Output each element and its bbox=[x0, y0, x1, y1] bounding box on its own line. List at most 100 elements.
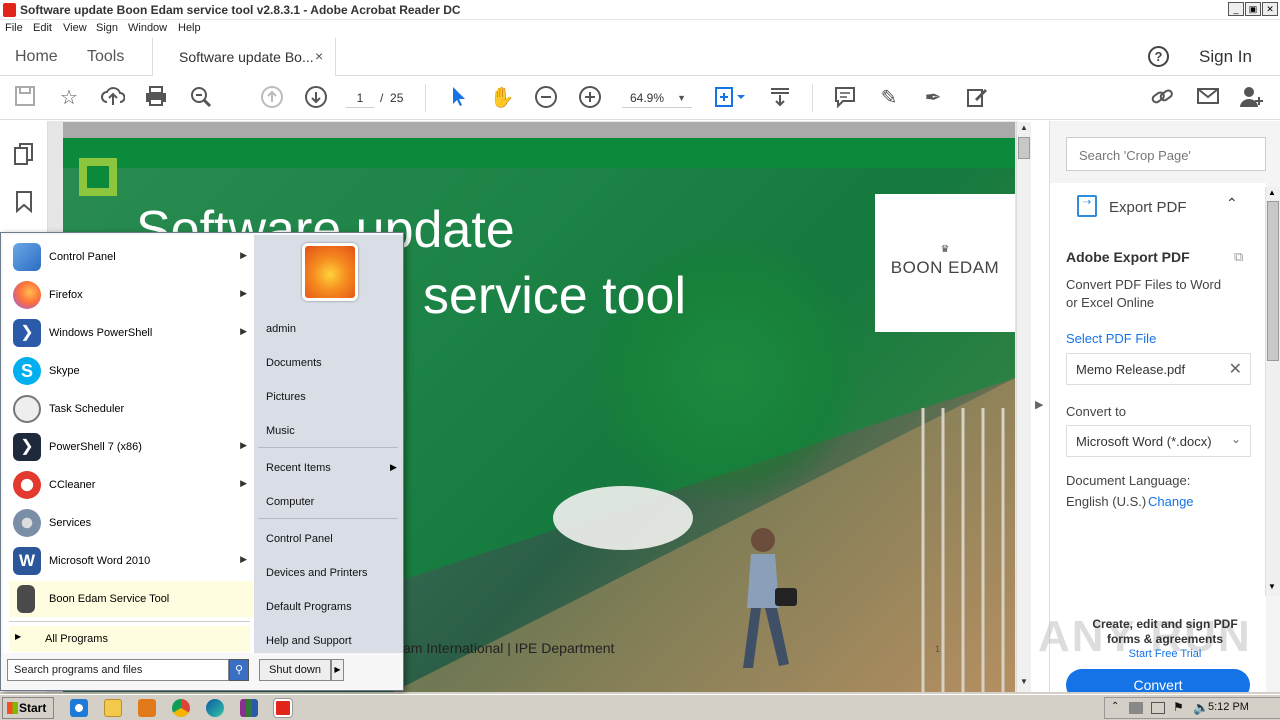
winrar-icon[interactable] bbox=[240, 699, 258, 717]
select-pdf-file-link[interactable]: Select PDF File bbox=[1066, 331, 1156, 346]
scroll-thumb[interactable] bbox=[1018, 137, 1030, 159]
chrome-icon[interactable] bbox=[172, 699, 190, 717]
tab-close-icon[interactable]: × bbox=[315, 48, 323, 64]
email-icon[interactable] bbox=[1195, 85, 1221, 111]
selected-file-field[interactable]: Memo Release.pdf ✕ bbox=[1066, 353, 1251, 385]
page-thumbnails-icon[interactable] bbox=[14, 143, 34, 172]
place-help-support[interactable]: Help and Support bbox=[266, 635, 352, 647]
user-avatar[interactable] bbox=[302, 243, 358, 301]
action-center-icon[interactable] bbox=[1129, 702, 1143, 714]
volume-icon[interactable]: 🔈 bbox=[1193, 700, 1209, 716]
zoom-level-dropdown[interactable]: 64.9% ▼ bbox=[622, 88, 692, 108]
search-icon[interactable]: ⚲ bbox=[229, 659, 249, 681]
acrobat-taskbar-icon[interactable] bbox=[274, 699, 292, 717]
add-person-icon[interactable] bbox=[1239, 85, 1265, 111]
minimize-button[interactable]: _ bbox=[1228, 2, 1244, 16]
edge-icon[interactable] bbox=[206, 699, 224, 717]
fit-page-icon[interactable] bbox=[712, 85, 748, 111]
menu-edit[interactable]: Edit bbox=[33, 22, 52, 34]
clear-file-icon[interactable]: ✕ bbox=[1229, 359, 1242, 379]
place-admin[interactable]: admin bbox=[266, 323, 296, 335]
program-ccleaner[interactable]: CCleaner ▶ bbox=[9, 467, 253, 503]
chevron-up-icon[interactable]: ⌃ bbox=[1226, 195, 1238, 212]
submenu-arrow-icon: ▶ bbox=[240, 554, 247, 564]
start-free-trial-link[interactable]: Start Free Trial bbox=[1060, 647, 1270, 662]
help-icon[interactable]: ? bbox=[1148, 46, 1169, 67]
place-default-programs[interactable]: Default Programs bbox=[266, 601, 352, 613]
panel-scroll-thumb[interactable] bbox=[1267, 201, 1279, 361]
tab-tools[interactable]: Tools bbox=[87, 48, 124, 66]
program-powershell7[interactable]: ❯ PowerShell 7 (x86) ▶ bbox=[9, 429, 253, 465]
menu-file[interactable]: File bbox=[5, 22, 23, 34]
previous-page-icon[interactable] bbox=[259, 85, 285, 111]
fill-sign-icon[interactable] bbox=[964, 85, 990, 111]
panel-scroll-up-icon[interactable]: ▲ bbox=[1268, 188, 1276, 197]
menu-window[interactable]: Window bbox=[128, 22, 167, 34]
program-task-scheduler[interactable]: Task Scheduler bbox=[9, 391, 253, 427]
shutdown-options-arrow-icon[interactable]: ▶ bbox=[331, 659, 344, 681]
zoom-out-icon[interactable] bbox=[533, 85, 559, 111]
file-explorer-icon[interactable] bbox=[104, 699, 122, 717]
zoom-in-icon[interactable] bbox=[577, 85, 603, 111]
place-pictures[interactable]: Pictures bbox=[266, 391, 306, 403]
scroll-up-arrow-icon[interactable]: ▲ bbox=[1018, 123, 1030, 136]
menu-view[interactable]: View bbox=[63, 22, 87, 34]
change-language-link[interactable]: Change bbox=[1148, 494, 1194, 509]
copy-icon[interactable]: ⧉ bbox=[1234, 249, 1243, 265]
collapse-panel-icon[interactable]: ▶ bbox=[1035, 398, 1043, 411]
shut-down-button[interactable]: Shut down bbox=[259, 659, 331, 681]
convert-button[interactable]: Convert bbox=[1066, 669, 1250, 692]
scroll-down-arrow-icon[interactable]: ▼ bbox=[1018, 677, 1030, 690]
place-music[interactable]: Music bbox=[266, 425, 295, 437]
hand-tool-icon[interactable]: ✋ bbox=[489, 85, 515, 111]
panel-scroll-down-icon[interactable]: ▼ bbox=[1268, 582, 1276, 591]
network-icon[interactable] bbox=[1151, 702, 1165, 714]
save-icon[interactable] bbox=[12, 85, 38, 111]
all-programs-button[interactable]: ▶ All Programs bbox=[9, 626, 250, 652]
place-control-panel[interactable]: Control Panel bbox=[266, 533, 333, 545]
program-microsoft-word[interactable]: W Microsoft Word 2010 ▶ bbox=[9, 543, 253, 579]
place-documents[interactable]: Documents bbox=[266, 357, 322, 369]
share-link-icon[interactable] bbox=[1150, 85, 1176, 111]
program-skype[interactable]: S Skype bbox=[9, 353, 253, 389]
program-control-panel[interactable]: Control Panel ▶ bbox=[9, 239, 253, 275]
highlight-pen-icon[interactable]: ✎ bbox=[876, 85, 902, 111]
sign-in-link[interactable]: Sign In bbox=[1199, 47, 1252, 67]
start-button[interactable]: Start bbox=[2, 697, 54, 719]
tab-document[interactable]: Software update Bo... × bbox=[152, 38, 336, 76]
program-windows-powershell[interactable]: ❯ Windows PowerShell ▶ bbox=[9, 315, 253, 351]
panel-scrollbar[interactable]: ▲ ▼ bbox=[1265, 187, 1280, 596]
bookmark-star-icon[interactable]: ☆ bbox=[56, 85, 82, 111]
menu-help[interactable]: Help bbox=[178, 22, 201, 34]
maximize-button[interactable]: ▣ bbox=[1245, 2, 1261, 16]
program-services[interactable]: Services bbox=[9, 505, 253, 541]
place-recent-items[interactable]: Recent Items bbox=[266, 462, 331, 474]
place-computer[interactable]: Computer bbox=[266, 496, 314, 508]
scroll-mode-icon[interactable] bbox=[767, 85, 793, 111]
media-player-icon[interactable] bbox=[138, 699, 156, 717]
flag-icon[interactable]: ⚑ bbox=[1173, 700, 1184, 714]
sign-pen-icon[interactable]: ✒ bbox=[920, 85, 946, 111]
program-boon-edam-tool[interactable]: Boon Edam Service Tool bbox=[9, 581, 253, 617]
clock[interactable]: 5:12 PM bbox=[1208, 701, 1249, 713]
place-devices-printers[interactable]: Devices and Printers bbox=[266, 567, 368, 579]
export-pdf-header[interactable]: ⇢ Export PDF ⌃ bbox=[1050, 183, 1266, 231]
start-search-input[interactable]: Search programs and files bbox=[7, 659, 229, 681]
close-window-button[interactable]: ✕ bbox=[1262, 2, 1278, 16]
internet-explorer-icon[interactable] bbox=[70, 699, 88, 717]
zoom-search-icon[interactable] bbox=[188, 85, 214, 111]
page-number-input[interactable]: 1 bbox=[346, 88, 374, 108]
format-dropdown[interactable]: Microsoft Word (*.docx) ⌄ bbox=[1066, 425, 1251, 457]
program-firefox[interactable]: Firefox ▶ bbox=[9, 277, 253, 313]
tools-search-input[interactable]: Search 'Crop Page' bbox=[1066, 137, 1266, 171]
comment-icon[interactable] bbox=[832, 85, 858, 111]
print-icon[interactable] bbox=[143, 85, 169, 111]
bookmarks-icon[interactable] bbox=[15, 191, 33, 218]
upload-cloud-icon[interactable] bbox=[100, 85, 126, 111]
select-cursor-icon[interactable] bbox=[445, 85, 471, 111]
tab-home[interactable]: Home bbox=[15, 48, 58, 66]
document-scrollbar[interactable]: ▲ ▼ bbox=[1016, 122, 1031, 692]
next-page-icon[interactable] bbox=[303, 85, 329, 111]
tray-expand-icon[interactable]: ⌃ bbox=[1111, 701, 1119, 712]
menu-sign[interactable]: Sign bbox=[96, 22, 118, 34]
